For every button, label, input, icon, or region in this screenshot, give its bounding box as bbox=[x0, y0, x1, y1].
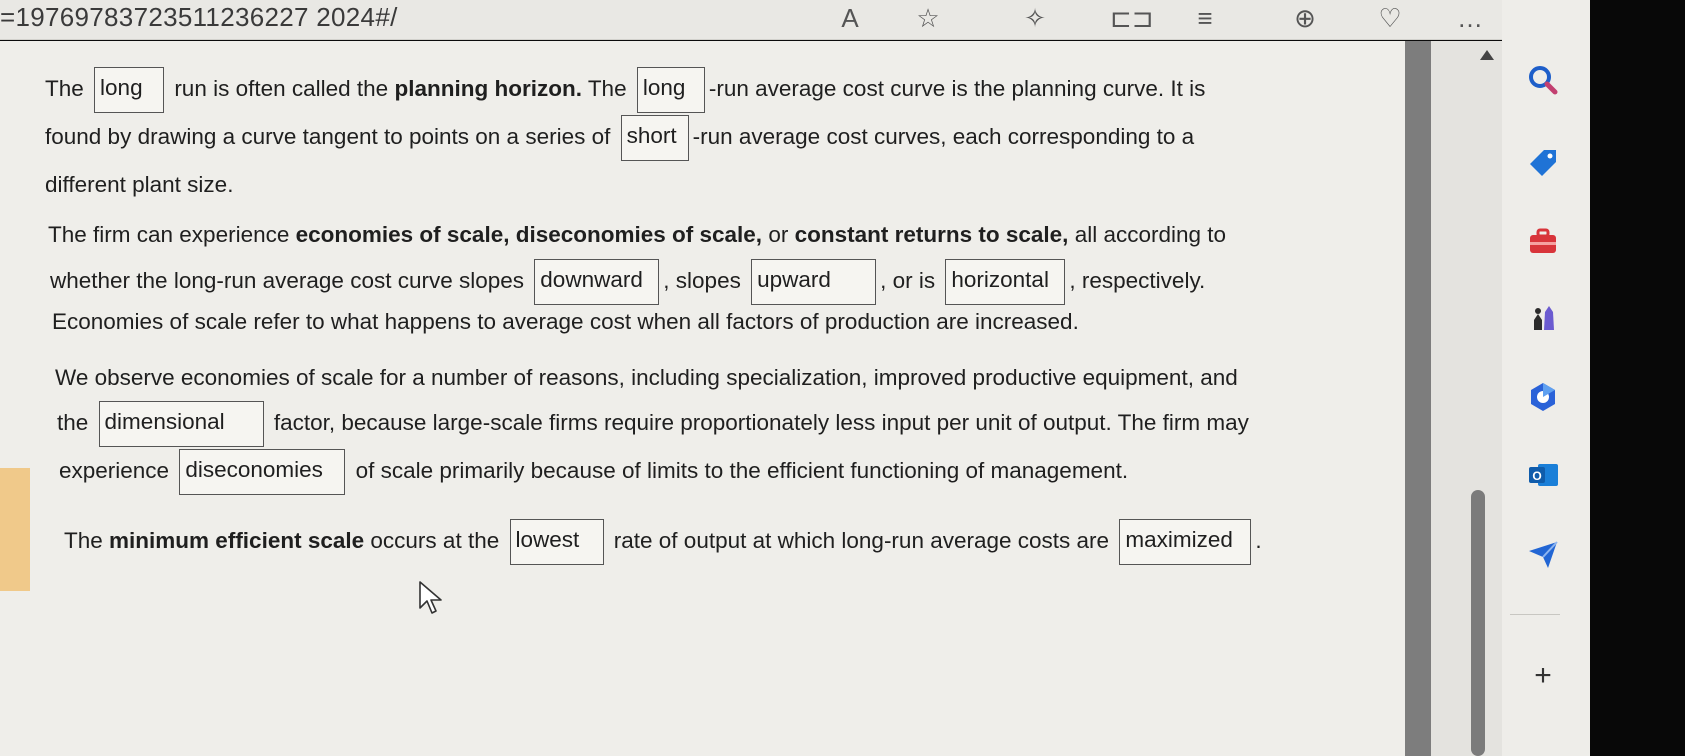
scrollbar-thumb[interactable] bbox=[1471, 490, 1485, 756]
text: whether the long-run average cost curve … bbox=[50, 268, 525, 293]
tools-icon[interactable] bbox=[1518, 225, 1568, 265]
scrollbar-gutter bbox=[1405, 41, 1431, 756]
window-edge bbox=[1590, 0, 1685, 756]
paragraph-4-line-1: The minimum efficient scale occurs at th… bbox=[64, 517, 1262, 566]
text: experience bbox=[59, 458, 170, 483]
text: . bbox=[1255, 528, 1262, 553]
text: rate of output at which long-run average… bbox=[613, 528, 1110, 553]
favorite-icon[interactable]: ☆ bbox=[908, 2, 948, 34]
microsoft-365-icon[interactable] bbox=[1518, 380, 1568, 420]
scroll-up-arrow-icon[interactable] bbox=[1480, 50, 1494, 60]
text: The firm can experience bbox=[48, 222, 290, 247]
text: The bbox=[587, 76, 627, 101]
answer-blank-3[interactable]: short bbox=[620, 115, 689, 162]
text: , respectively. bbox=[1069, 268, 1206, 293]
text: Economies of scale refer to what happens… bbox=[52, 309, 1079, 334]
games-icon[interactable] bbox=[1518, 300, 1568, 340]
text: occurs at the bbox=[370, 528, 500, 553]
text: found by drawing a curve tangent to poin… bbox=[45, 124, 611, 149]
text: run is often called the bbox=[174, 76, 389, 101]
collections-icon[interactable]: ⊕ bbox=[1285, 2, 1325, 34]
text: or bbox=[768, 222, 789, 247]
text: -run average cost curve is the planning … bbox=[708, 76, 1206, 101]
text: -run average cost curves, each correspon… bbox=[692, 124, 1195, 149]
term-minimum-efficient-scale: minimum efficient scale bbox=[109, 528, 365, 553]
paragraph-3-line-3: experience diseconomies of scale primari… bbox=[59, 447, 1129, 496]
answer-blank-2[interactable]: long bbox=[636, 67, 705, 114]
shopping-tag-icon[interactable] bbox=[1518, 146, 1568, 186]
text: The bbox=[45, 76, 84, 101]
text: The bbox=[64, 528, 103, 553]
question-content-area: The long run is often called the plannin… bbox=[0, 41, 1405, 756]
outlook-icon[interactable]: O bbox=[1518, 458, 1568, 498]
add-sidebar-app-icon[interactable]: + bbox=[1518, 656, 1568, 696]
send-icon[interactable] bbox=[1518, 537, 1568, 577]
term-economies-diseconomies: economies of scale, diseconomies of scal… bbox=[295, 222, 763, 247]
answer-blank-1[interactable]: long bbox=[94, 67, 165, 114]
paragraph-1-line-1: The long run is often called the plannin… bbox=[45, 65, 1206, 114]
sidebar-divider bbox=[1510, 614, 1560, 615]
mouse-pointer-icon bbox=[419, 581, 442, 614]
text: We observe economies of scale for a numb… bbox=[55, 365, 1238, 390]
search-icon[interactable] bbox=[1518, 63, 1568, 103]
paragraph-3-line-1: We observe economies of scale for a numb… bbox=[55, 354, 1238, 402]
svg-text:O: O bbox=[1532, 469, 1541, 483]
split-screen-icon[interactable]: ⊏⊐ bbox=[1110, 2, 1154, 34]
extensions-icon[interactable]: ✧ bbox=[1015, 2, 1055, 34]
favorites-list-icon[interactable]: ≡ bbox=[1185, 2, 1225, 34]
paragraph-1-line-2: found by drawing a curve tangent to poin… bbox=[45, 113, 1195, 162]
browser-toolbar: =19769783723511236227 2024#/ A ☆ ✧ ⊏⊐ ≡ … bbox=[0, 0, 1590, 40]
address-bar-url[interactable]: =19769783723511236227 2024#/ bbox=[0, 2, 398, 33]
text: factor, because large-scale firms requir… bbox=[273, 410, 1249, 435]
side-tab-marker[interactable] bbox=[0, 468, 30, 591]
answer-blank-7[interactable]: dimensional bbox=[98, 401, 264, 448]
paragraph-2-line-3: Economies of scale refer to what happens… bbox=[52, 298, 1079, 346]
term-constant-returns: constant returns to scale, bbox=[794, 222, 1069, 247]
text: , or is bbox=[880, 268, 936, 293]
paragraph-2-line-1: The firm can experience economies of sca… bbox=[48, 211, 1226, 259]
answer-blank-9[interactable]: lowest bbox=[509, 519, 604, 566]
more-icon[interactable]: … bbox=[1450, 2, 1490, 34]
paragraph-1-line-3: different plant size. bbox=[45, 161, 233, 209]
text: different plant size. bbox=[45, 172, 234, 197]
text: , slopes bbox=[663, 268, 741, 293]
performance-icon[interactable]: ♡ bbox=[1370, 2, 1410, 34]
text: all according to bbox=[1074, 222, 1227, 247]
answer-blank-10[interactable]: maximized bbox=[1119, 519, 1252, 566]
answer-blank-8[interactable]: diseconomies bbox=[179, 449, 346, 496]
term-planning-horizon: planning horizon. bbox=[394, 76, 582, 101]
text: the bbox=[57, 410, 89, 435]
paragraph-3-line-2: the dimensional factor, because large-sc… bbox=[57, 399, 1249, 448]
text: of scale primarily because of limits to … bbox=[355, 458, 1129, 483]
browser-sidebar bbox=[1502, 0, 1590, 756]
read-aloud-icon[interactable]: A bbox=[830, 2, 870, 34]
